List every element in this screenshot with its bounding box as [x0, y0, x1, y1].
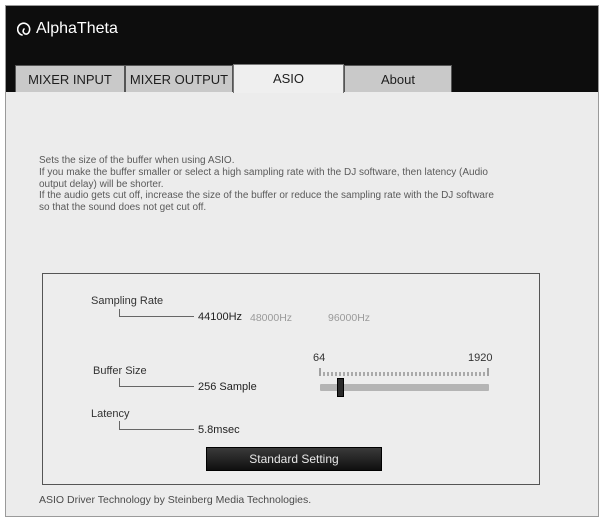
tab-mixer-input[interactable]: MIXER INPUT [15, 65, 125, 92]
alphatheta-logo: AlphaTheta [17, 20, 118, 38]
sampling-rate-48000[interactable]: 48000Hz [250, 312, 292, 324]
latency-value: 5.8msec [198, 424, 240, 436]
app-header: AlphaTheta MIXER INPUT MIXER OUTPUT ASIO… [6, 6, 598, 93]
tab-about[interactable]: About [344, 65, 452, 92]
description-line: output delay) will be shorter. [39, 178, 164, 190]
buffer-size-slider-thumb[interactable] [337, 378, 344, 397]
sampling-rate-bracket [119, 309, 194, 317]
sampling-rate-label: Sampling Rate [91, 295, 164, 307]
buffer-min-label: 64 [313, 352, 326, 364]
latency-bracket [119, 421, 194, 430]
asio-description: Sets the size of the buffer when using A… [39, 155, 559, 214]
standard-setting-button[interactable]: Standard Setting [206, 447, 382, 471]
description-line: If you make the buffer smaller or select… [39, 166, 488, 178]
buffer-max-label: 1920 [468, 352, 493, 364]
alphatheta-swirl-icon [17, 22, 31, 36]
tab-asio[interactable]: ASIO [233, 64, 344, 93]
tab-mixer-output[interactable]: MIXER OUTPUT [125, 65, 233, 92]
description-line: If the audio gets cut off, increase the … [39, 190, 494, 202]
asio-settings-panel: Sampling Rate 44100Hz 48000Hz 96000Hz Bu… [42, 273, 540, 485]
buffer-size-slider-track[interactable] [320, 384, 489, 391]
buffer-size-value: 256 Sample [198, 381, 257, 393]
latency-label: Latency [91, 408, 130, 420]
buffer-size-ruler [319, 368, 489, 376]
buffer-size-label: Buffer Size [93, 365, 147, 377]
asio-settings-window: AlphaTheta MIXER INPUT MIXER OUTPUT ASIO… [5, 5, 599, 517]
asio-content: Sets the size of the buffer when using A… [6, 92, 598, 516]
sampling-rate-96000[interactable]: 96000Hz [328, 312, 370, 324]
description-line: so that the sound does not get cut off. [39, 202, 207, 214]
asio-footer: ASIO Driver Technology by Steinberg Medi… [39, 494, 312, 506]
description-line: Sets the size of the buffer when using A… [39, 155, 235, 166]
logo-text: AlphaTheta [36, 20, 118, 37]
sampling-rate-44100[interactable]: 44100Hz [198, 311, 242, 323]
buffer-size-bracket [119, 378, 194, 387]
